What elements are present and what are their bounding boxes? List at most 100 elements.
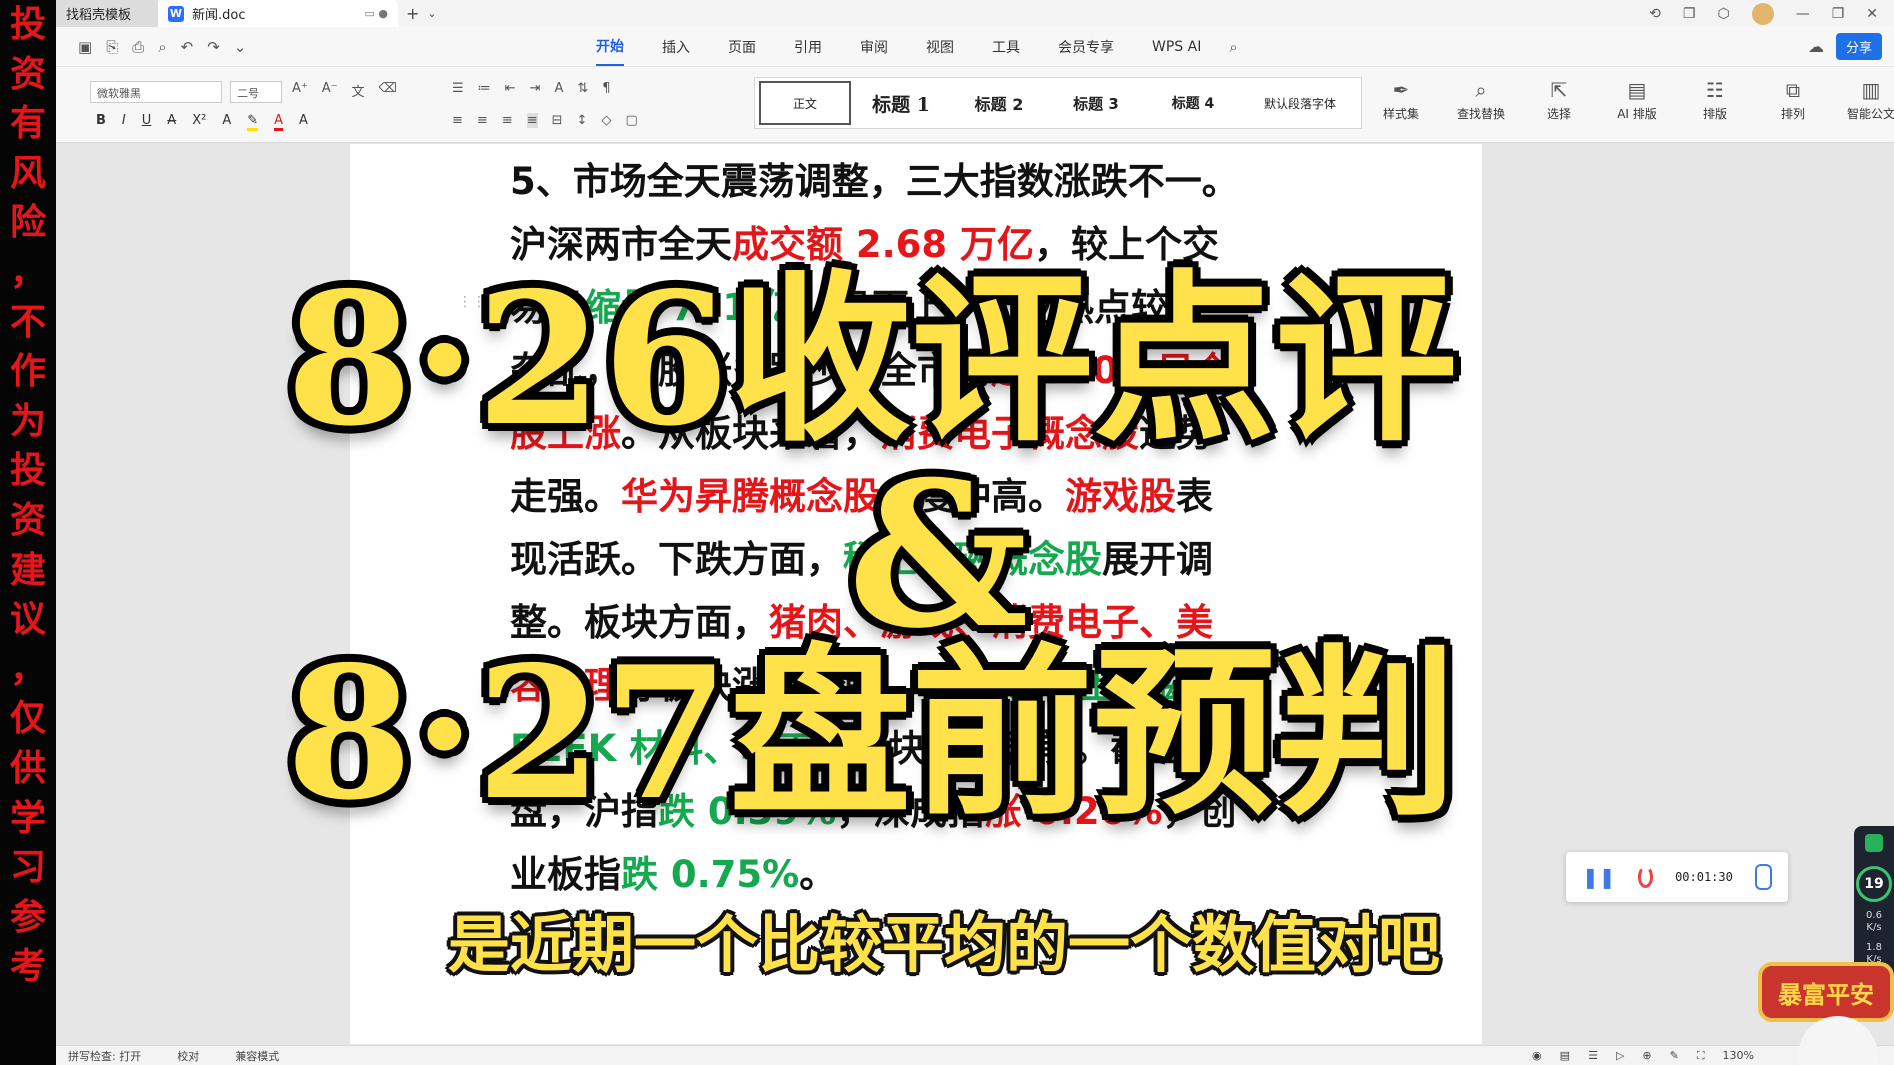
undo-icon[interactable]: ↶ xyxy=(181,38,194,56)
distribute-icon[interactable]: ⊟ xyxy=(552,113,563,128)
print-icon[interactable]: ⎙ xyxy=(132,38,144,56)
home-icon[interactable] xyxy=(1754,864,1772,890)
tool-arrange[interactable]: ⧉ 排列 xyxy=(1754,75,1832,122)
justify-icon[interactable]: ≡ xyxy=(526,113,538,128)
search-icon[interactable]: ⌕ xyxy=(1229,38,1237,56)
border-icon[interactable]: ▢ xyxy=(625,113,637,128)
style-h4[interactable]: 标题 4 xyxy=(1145,81,1241,125)
redo-icon[interactable]: ↷ xyxy=(207,38,220,56)
warning-char: 为 xyxy=(9,400,46,442)
tool-doc[interactable]: ▥ 智能公文 xyxy=(1832,75,1894,122)
eye-icon[interactable]: ◉ xyxy=(1532,1049,1542,1063)
wps-writer-icon: W xyxy=(168,5,184,22)
text-direction-icon[interactable]: A xyxy=(554,81,563,96)
shrink-font-icon[interactable]: A⁻ xyxy=(322,81,338,100)
web-view-icon[interactable]: ⊕ xyxy=(1642,1049,1651,1063)
zoom-level[interactable]: 130% xyxy=(1723,1049,1754,1063)
decrease-indent-icon[interactable]: ⇤ xyxy=(505,81,516,96)
upload-speed: 0.6 K/s xyxy=(1866,910,1882,934)
line-spacing-icon[interactable]: ↕ xyxy=(577,113,588,128)
char-shading-icon[interactable]: A xyxy=(299,113,308,131)
align-center-icon[interactable]: ≡ xyxy=(477,113,488,128)
tool-select[interactable]: ⇱ 选择 xyxy=(1520,75,1598,122)
sort-icon[interactable]: ⇅ xyxy=(577,81,588,96)
tab-menu-3[interactable]: 引用 xyxy=(794,29,822,65)
print-preview-icon[interactable]: ⌕ xyxy=(158,38,166,56)
align-right-icon[interactable]: ≡ xyxy=(502,113,513,128)
tab-menu-4[interactable]: 审阅 xyxy=(860,29,888,65)
pen-icon[interactable]: ✎ xyxy=(1670,1049,1679,1063)
tab-menu-5[interactable]: 视图 xyxy=(926,29,954,65)
style-normal[interactable]: 正文 xyxy=(759,81,851,125)
style-set-button[interactable]: ✒ 样式集 xyxy=(1366,75,1436,122)
proofread-button[interactable]: 校对 xyxy=(177,1048,199,1064)
show-marks-icon[interactable]: ¶ xyxy=(602,81,610,96)
menu-right: ☁ 分享 xyxy=(1808,33,1894,60)
bullet-list-icon[interactable]: ☰ xyxy=(452,81,464,96)
upload-speed-unit: K/s xyxy=(1866,922,1882,933)
style-h1[interactable]: 标题 1 xyxy=(851,81,951,125)
strikethrough-icon[interactable]: A xyxy=(167,113,176,131)
restore-icon[interactable]: ❐ xyxy=(1832,6,1845,22)
style-h3[interactable]: 标题 3 xyxy=(1047,81,1145,125)
highlight-icon[interactable]: ✎ xyxy=(247,113,259,131)
outline-view-icon[interactable]: ☰ xyxy=(1588,1049,1598,1063)
tool-label: 查找替换 xyxy=(1456,107,1505,121)
download-speed-value: 1.8 xyxy=(1866,942,1882,953)
new-tab-button[interactable]: + xyxy=(406,4,419,23)
fit-icon[interactable]: ⛶ xyxy=(1697,1049,1705,1063)
number-list-icon[interactable]: ≔ xyxy=(478,81,491,96)
cloud-sync-icon[interactable]: ⟲ xyxy=(1649,6,1661,22)
save-icon[interactable]: ▣ xyxy=(78,38,92,56)
font-name-select[interactable]: 微软雅黑 xyxy=(90,81,222,103)
superscript-icon[interactable]: X² xyxy=(192,113,206,131)
stop-recording-icon[interactable] xyxy=(1637,866,1654,888)
page-view-icon[interactable]: ▤ xyxy=(1560,1049,1570,1063)
shading-icon[interactable]: ◇ xyxy=(601,113,611,128)
play-icon[interactable]: ▷ xyxy=(1616,1049,1624,1063)
style-def[interactable]: 默认段落字体 xyxy=(1241,81,1359,125)
style-h2[interactable]: 标题 2 xyxy=(951,81,1047,125)
close-icon[interactable]: ✕ xyxy=(1866,6,1878,22)
export-icon[interactable]: ⎘ xyxy=(106,38,118,56)
spell-check-status[interactable]: 拼写检查: 打开 xyxy=(68,1048,141,1064)
shield-icon xyxy=(1865,834,1883,852)
document-line[interactable]: 5、市场全天震荡调整，三大指数涨跌不一。 xyxy=(510,150,1298,213)
font-size-select[interactable]: 二号 xyxy=(230,81,282,103)
window-layout-icon[interactable]: ❐ xyxy=(1683,6,1696,22)
tool-layout[interactable]: ☷ 排版 xyxy=(1676,75,1754,122)
tab-menu-6[interactable]: 工具 xyxy=(992,29,1020,65)
more-icon[interactable]: ⌄ xyxy=(234,38,247,56)
tool-ai-layout[interactable]: ▤ AI 排版 xyxy=(1598,75,1676,122)
share-button[interactable]: 分享 xyxy=(1835,33,1882,60)
grow-font-icon[interactable]: A⁺ xyxy=(292,81,308,100)
tab-menu-2[interactable]: 页面 xyxy=(728,29,756,65)
tool-search[interactable]: ⌕ 查找替换 xyxy=(1442,75,1520,122)
minimize-icon[interactable]: — xyxy=(1796,6,1810,22)
search-icon: ⌕ xyxy=(1475,78,1487,102)
tab-menu-7[interactable]: 会员专享 xyxy=(1058,29,1114,65)
bold-icon[interactable]: B xyxy=(96,113,106,131)
phonetic-icon[interactable]: 文 xyxy=(352,81,365,100)
tab-dropdown-icon[interactable]: ⌄ xyxy=(427,7,436,20)
tab-options-icon[interactable]: ▭ ● xyxy=(365,7,389,20)
italic-icon[interactable]: I xyxy=(122,113,126,131)
underline-icon[interactable]: U xyxy=(142,113,152,131)
cloud-icon[interactable]: ☁ xyxy=(1808,37,1824,56)
clear-format-icon[interactable]: ⌫ xyxy=(379,81,397,100)
tab-wps-ai[interactable]: WPS AI xyxy=(1152,31,1201,63)
align-left-icon[interactable]: ≡ xyxy=(452,113,463,128)
tab-label: 找稻壳模板 xyxy=(66,8,132,23)
menu-tabs: 开始 插入 页面 引用 审阅 视图 工具 会员专享 WPS AI xyxy=(596,28,1201,66)
tab-menu-0[interactable]: 开始 xyxy=(596,28,624,66)
font-color-icon[interactable]: A xyxy=(274,113,284,131)
text-effect-icon[interactable]: A xyxy=(222,113,231,131)
tab-menu-1[interactable]: 插入 xyxy=(662,29,690,65)
tab-template-store[interactable]: 找稻壳模板 xyxy=(56,0,158,27)
warning-char: 作 xyxy=(9,351,46,393)
tab-document[interactable]: W 新闻.doc ▭ ● xyxy=(158,0,398,27)
increase-indent-icon[interactable]: ⇥ xyxy=(530,81,541,96)
cube-icon[interactable]: ⬡ xyxy=(1717,6,1729,22)
pause-icon[interactable]: ❚❚ xyxy=(1582,865,1616,889)
avatar[interactable] xyxy=(1751,2,1774,25)
